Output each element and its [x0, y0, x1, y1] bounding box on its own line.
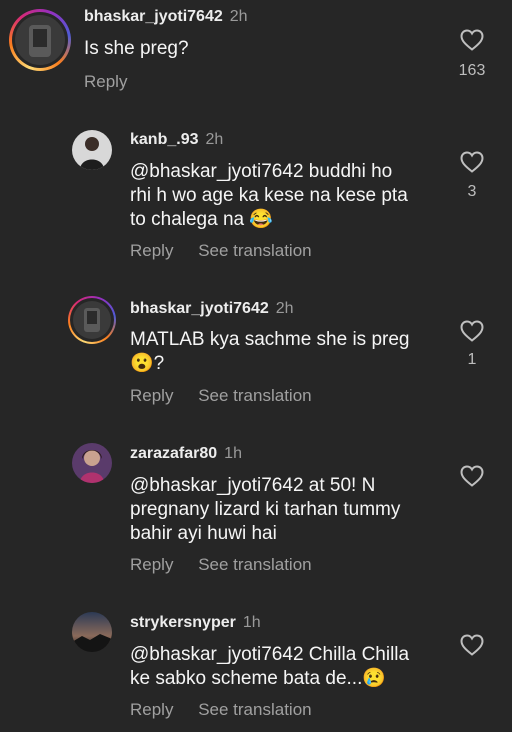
reply-button[interactable]: Reply	[130, 555, 173, 574]
avatar[interactable]	[73, 301, 111, 339]
see-translation-button[interactable]: See translation	[198, 241, 311, 260]
see-translation-button[interactable]: See translation	[198, 700, 311, 719]
story-ring[interactable]	[9, 9, 71, 71]
reply-button[interactable]: Reply	[130, 700, 173, 719]
username-text[interactable]: zarazafar80	[130, 445, 217, 462]
like-button[interactable]	[458, 465, 486, 487]
comment-text: MATLAB kya sachme she is preg 😮?	[130, 328, 440, 376]
comment-username[interactable]: zarazafar80 1h	[130, 445, 242, 463]
comment-text: @bhaskar_jyoti7642 buddhi ho rhi h wo ag…	[130, 160, 440, 232]
reply-button[interactable]: Reply	[130, 241, 173, 260]
avatar[interactable]	[72, 443, 112, 483]
like-count: 163	[458, 62, 486, 79]
emoji: 😢	[362, 668, 387, 689]
emoji: 😂	[249, 209, 274, 230]
comment-actions: Reply See translation	[130, 555, 332, 575]
like-count: 3	[467, 183, 477, 200]
avatar[interactable]	[72, 130, 112, 170]
comment-username[interactable]: bhaskar_jyoti7642 2h	[84, 8, 248, 26]
avatar-image	[73, 301, 111, 339]
comment-line: @bhaskar_jyoti7642 buddhi ho	[130, 161, 393, 182]
like-button[interactable]	[458, 151, 486, 173]
comment-time: 1h	[242, 614, 261, 631]
heart-icon[interactable]	[460, 151, 484, 173]
comment-text: @bhaskar_jyoti7642 Chilla Chilla ke sabk…	[130, 643, 440, 691]
comment-item: zarazafar80 1h @bhaskar_jyoti7642 at 50! …	[0, 437, 512, 587]
reply-button[interactable]: Reply	[130, 386, 173, 405]
username-text[interactable]: bhaskar_jyoti7642	[84, 8, 223, 25]
heart-icon[interactable]	[460, 634, 484, 656]
comment-line: pregnany lizard ki tarhan tummy	[130, 499, 401, 520]
like-button[interactable]	[458, 320, 486, 342]
comment-time: 2h	[205, 131, 224, 148]
comment-line: @bhaskar_jyoti7642 at 50! N	[130, 475, 376, 496]
story-ring[interactable]	[68, 296, 116, 344]
like-button[interactable]	[458, 634, 486, 656]
heart-icon[interactable]	[460, 29, 484, 51]
comment-actions: Reply See translation	[130, 386, 332, 406]
avatar[interactable]	[15, 15, 65, 65]
comment-item: bhaskar_jyoti7642 2h Is she preg? Reply 1…	[0, 0, 512, 110]
see-translation-button[interactable]: See translation	[198, 555, 311, 574]
username-text[interactable]: strykersnyper	[130, 614, 236, 631]
username-text[interactable]: kanb_.93	[130, 131, 198, 148]
comment-username[interactable]: kanb_.93 2h	[130, 131, 223, 149]
avatar-image	[15, 15, 65, 65]
comment-line: ke sabko scheme bata de...😢	[130, 667, 440, 691]
comment-time: 1h	[224, 445, 242, 462]
comment-line: @bhaskar_jyoti7642 Chilla Chilla	[130, 644, 410, 665]
comment-text: @bhaskar_jyoti7642 at 50! N pregnany liz…	[130, 474, 440, 546]
comment-line: MATLAB kya sachme she is preg	[130, 329, 410, 350]
heart-icon[interactable]	[460, 465, 484, 487]
avatar-image	[72, 612, 112, 652]
comment-line: 😮?	[130, 352, 440, 376]
comment-line-text: to chalega na	[130, 209, 245, 230]
comment-actions: Reply See translation	[130, 241, 332, 261]
comment-line: bahir ayi huwi hai	[130, 523, 277, 544]
like-button[interactable]	[458, 29, 486, 51]
comment-line-text: ke sabko scheme bata de...	[130, 668, 363, 689]
comment-line: rhi h wo age ka kese na kese pta	[130, 185, 408, 206]
heart-icon[interactable]	[460, 320, 484, 342]
avatar-image	[72, 443, 112, 483]
comment-item: kanb_.93 2h @bhaskar_jyoti7642 buddhi ho …	[0, 125, 512, 270]
like-count: 1	[467, 351, 477, 368]
comment-username[interactable]: strykersnyper 1h	[130, 614, 261, 632]
comment-text: Is she preg?	[84, 37, 394, 61]
username-text[interactable]: bhaskar_jyoti7642	[130, 300, 269, 317]
comment-item: bhaskar_jyoti7642 2h MATLAB kya sachme sh…	[0, 292, 512, 417]
emoji: 😮	[130, 353, 154, 374]
avatar-image	[72, 130, 112, 170]
avatar[interactable]	[72, 612, 112, 652]
comment-actions: Reply See translation	[130, 700, 332, 720]
see-translation-button[interactable]: See translation	[198, 386, 311, 405]
reply-button[interactable]: Reply	[84, 72, 127, 91]
comment-item: strykersnyper 1h @bhaskar_jyoti7642 Chill…	[0, 606, 512, 732]
comment-text-content: Is she preg?	[84, 38, 189, 59]
comment-line-text: ?	[153, 353, 165, 374]
comment-actions: Reply	[84, 72, 147, 92]
comment-username[interactable]: bhaskar_jyoti7642 2h	[130, 300, 294, 318]
comment-time: 2h	[229, 8, 248, 25]
comment-time: 2h	[275, 300, 294, 317]
comment-line: to chalega na 😂	[130, 208, 440, 232]
